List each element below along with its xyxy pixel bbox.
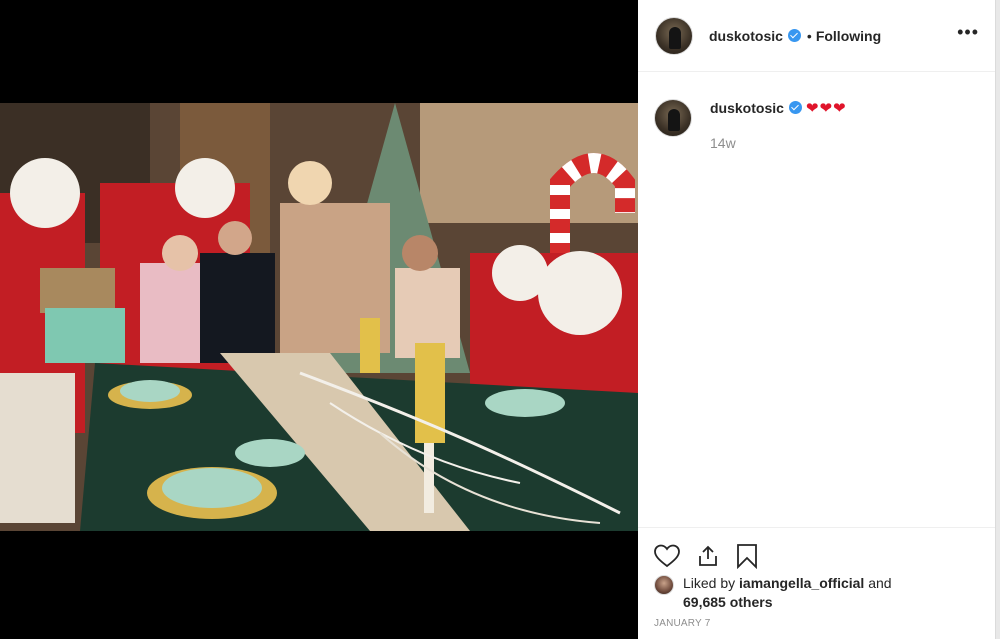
post-date[interactable]: JANUARY 7	[638, 612, 995, 629]
author-username[interactable]: duskotosic	[709, 28, 783, 44]
post-side-panel: duskotosic • Following ••• duskotosic ❤❤❤…	[638, 0, 996, 639]
comment-text: duskotosic ❤❤❤	[710, 99, 847, 117]
comment-hearts: ❤❤❤	[805, 100, 847, 117]
actions-area: Liked by iamangella_official and 69,685 …	[638, 527, 995, 639]
likes-text: Liked by iamangella_official and 69,685 …	[683, 574, 892, 612]
comment-username[interactable]: duskotosic	[710, 100, 784, 116]
caption-comment: duskotosic ❤❤❤ 14w	[638, 72, 995, 151]
header-separator: •	[806, 27, 812, 44]
likes-count[interactable]: 69,685 others	[683, 594, 773, 610]
likes-middle: and	[864, 575, 892, 591]
heart-outline-icon[interactable]	[654, 544, 680, 568]
bookmark-icon[interactable]	[736, 543, 758, 569]
photo-pane	[0, 0, 638, 639]
comment-body: duskotosic ❤❤❤ 14w	[710, 99, 847, 151]
likes-prefix: Liked by	[683, 575, 740, 591]
verified-badge-icon	[787, 29, 801, 42]
more-icon[interactable]: •••	[957, 23, 979, 49]
liker-avatar[interactable]	[654, 575, 674, 595]
following-button[interactable]: Following	[816, 28, 881, 44]
comment-time[interactable]: 14w	[710, 135, 847, 151]
scrollbar-edge	[996, 0, 1000, 639]
verified-badge-icon	[788, 101, 802, 114]
author-avatar[interactable]	[655, 16, 693, 55]
comment-avatar[interactable]	[654, 99, 692, 137]
likes-row: Liked by iamangella_official and 69,685 …	[638, 574, 995, 612]
action-bar	[638, 528, 995, 574]
liker-username[interactable]: iamangella_official	[739, 575, 864, 591]
share-icon[interactable]	[696, 544, 720, 568]
post-photo[interactable]	[0, 103, 638, 531]
post-header: duskotosic • Following •••	[638, 0, 995, 72]
